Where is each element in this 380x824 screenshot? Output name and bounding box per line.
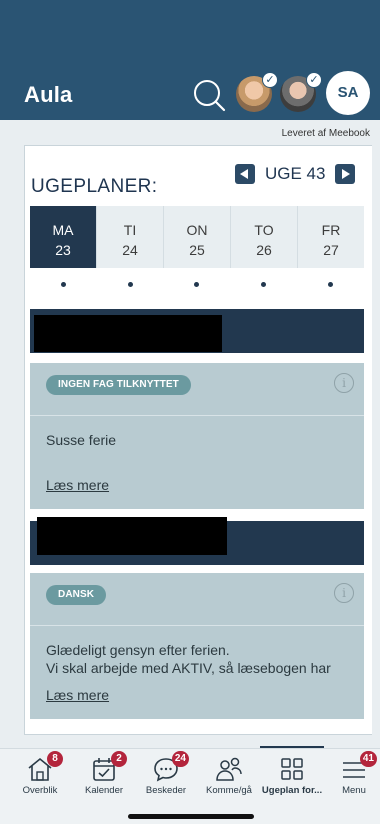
home-indicator bbox=[128, 814, 254, 819]
check-icon: ✓ bbox=[306, 72, 322, 88]
tab-label: Komme/gå bbox=[206, 785, 252, 796]
divider bbox=[30, 625, 364, 626]
info-icon[interactable]: i bbox=[334, 373, 354, 393]
day-dot bbox=[60, 282, 66, 287]
tab-label: Menu bbox=[342, 785, 366, 796]
day-tab-fr[interactable]: FR 27 bbox=[298, 206, 364, 268]
info-icon[interactable]: i bbox=[334, 583, 354, 603]
notification-badge: 24 bbox=[171, 751, 189, 767]
plan-entry: DANSK i Glædeligt gensyn efter ferien. V… bbox=[30, 573, 364, 719]
day-dot bbox=[261, 282, 267, 287]
day-date: 23 bbox=[55, 242, 71, 258]
weekplan-card: UGEPLANER: UGE 43 MA 23 TI 24 ON 25 TO 2… bbox=[24, 145, 372, 735]
day-tabs: MA 23 TI 24 ON 25 TO 26 FR 27 bbox=[30, 206, 364, 268]
day-date: 27 bbox=[323, 242, 339, 258]
day-dot bbox=[328, 282, 334, 287]
check-icon: ✓ bbox=[262, 72, 278, 88]
notification-badge: 8 bbox=[47, 751, 63, 767]
redacted-block bbox=[37, 517, 227, 555]
day-name: ON bbox=[186, 222, 208, 238]
day-date: 26 bbox=[256, 242, 272, 258]
day-name: FR bbox=[321, 222, 341, 238]
day-name: TO bbox=[254, 222, 274, 238]
tab-label: Beskeder bbox=[145, 785, 187, 796]
day-indicators bbox=[30, 274, 364, 292]
entry-text-line: Vi skal arbejde med AKTIV, så læsebogen … bbox=[46, 660, 331, 676]
redacted-block bbox=[34, 315, 222, 352]
tab-menu[interactable]: 41 Menu bbox=[322, 751, 380, 796]
notification-badge: 41 bbox=[359, 751, 377, 767]
tab-kalender[interactable]: 2 Kalender bbox=[72, 751, 136, 796]
tab-label: Kalender bbox=[84, 785, 124, 796]
day-date: 24 bbox=[122, 242, 138, 258]
calendar-icon: 2 bbox=[89, 751, 127, 783]
tab-ugeplan[interactable]: Ugeplan for... bbox=[260, 755, 324, 796]
bottom-tab-bar: 8 Overblik 2 Kalender 24 Beskeder Komme/… bbox=[0, 748, 380, 824]
grid-icon bbox=[277, 755, 307, 783]
day-tab-to[interactable]: TO 26 bbox=[231, 206, 298, 268]
home-icon: 8 bbox=[25, 751, 63, 783]
weekplan-title: UGEPLANER: bbox=[31, 176, 158, 197]
read-more-link[interactable]: Læs mere bbox=[46, 687, 109, 703]
tab-beskeder[interactable]: 24 Beskeder bbox=[134, 751, 198, 796]
provider-label: Leveret af Meebook bbox=[281, 128, 370, 139]
entry-text-line: Susse ferie bbox=[46, 432, 117, 448]
day-tab-ma[interactable]: MA 23 bbox=[30, 206, 97, 268]
app-title: Aula bbox=[24, 82, 73, 107]
tab-label: Ugeplan for... bbox=[261, 785, 323, 796]
subject-tag: INGEN FAG TILKNYTTET bbox=[46, 375, 191, 395]
entry-text: Glædeligt gensyn efter ferien. Vi skal a… bbox=[46, 641, 331, 677]
day-dot bbox=[194, 282, 200, 287]
day-date: 25 bbox=[189, 242, 205, 258]
divider bbox=[30, 415, 364, 416]
notification-badge: 2 bbox=[111, 751, 127, 767]
people-icon bbox=[214, 755, 244, 783]
next-week-button[interactable] bbox=[335, 164, 356, 184]
tab-label: Overblik bbox=[22, 785, 58, 796]
tab-overblik[interactable]: 8 Overblik bbox=[8, 751, 72, 796]
search-icon[interactable] bbox=[192, 78, 226, 112]
previous-week-button[interactable] bbox=[235, 164, 255, 184]
entry-text-line: Glædeligt gensyn efter ferien. bbox=[46, 642, 230, 658]
tab-komme-ga[interactable]: Komme/gå bbox=[197, 755, 261, 796]
day-tab-on[interactable]: ON 25 bbox=[164, 206, 231, 268]
chat-icon: 24 bbox=[151, 751, 189, 783]
week-label: UGE 43 bbox=[265, 164, 326, 183]
entry-text: Susse ferie bbox=[46, 431, 116, 449]
menu-icon: 41 bbox=[339, 751, 377, 783]
day-name: MA bbox=[52, 222, 74, 238]
day-tab-ti[interactable]: TI 24 bbox=[97, 206, 164, 268]
day-name: TI bbox=[123, 222, 137, 238]
week-navigator: UGE 43 bbox=[235, 164, 356, 184]
subject-tag: DANSK bbox=[46, 585, 107, 605]
read-more-link[interactable]: Læs mere bbox=[46, 477, 109, 493]
day-dot bbox=[127, 282, 133, 287]
user-avatar[interactable]: SA bbox=[326, 71, 370, 115]
plan-entry: INGEN FAG TILKNYTTET i Susse ferie Læs m… bbox=[30, 363, 364, 509]
